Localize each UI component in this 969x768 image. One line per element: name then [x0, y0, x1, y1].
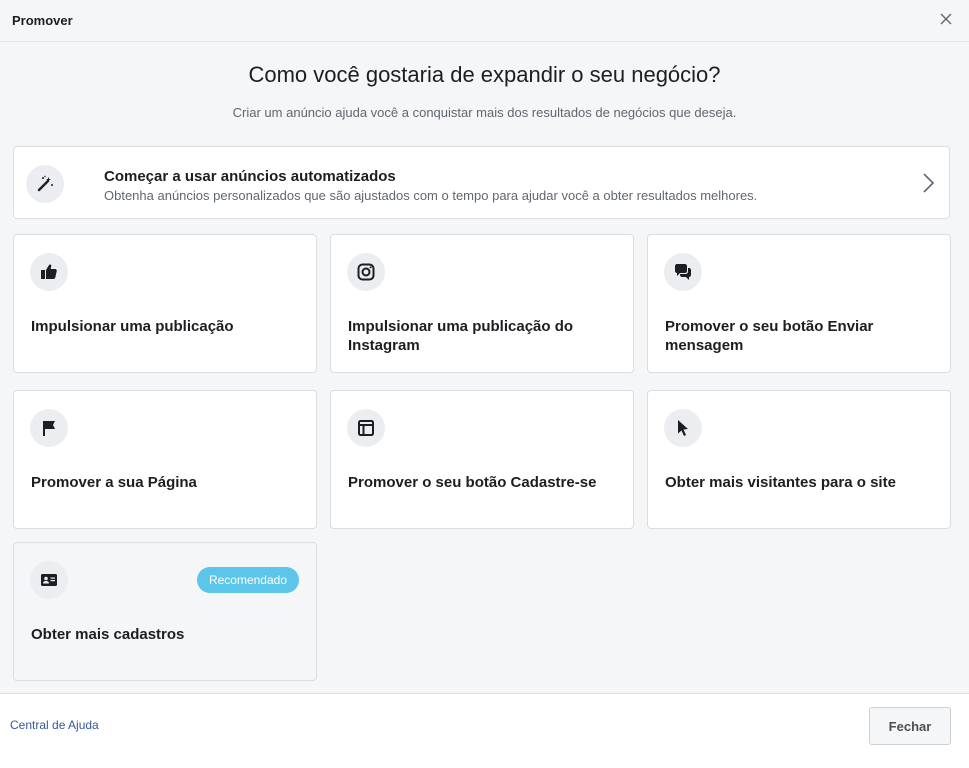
help-center-link[interactable]: Central de Ajuda — [10, 718, 99, 732]
dialog-title: Promover — [12, 13, 73, 28]
option-label: Promover a sua Página — [31, 474, 197, 491]
dialog-header: Promover — [0, 0, 969, 42]
option-label: Obter mais cadastros — [31, 626, 185, 643]
option-promote-page[interactable]: Promover a sua Página — [13, 390, 317, 529]
option-label: Impulsionar uma publicação — [31, 318, 234, 335]
automated-ads-card[interactable]: Começar a usar anúncios automatizados Ob… — [13, 146, 950, 219]
instagram-icon — [347, 253, 385, 291]
dialog-footer: Central de Ajuda Fechar — [0, 693, 969, 768]
option-label: Promover o seu botão Cadastre-se — [348, 474, 597, 491]
option-boost-instagram-post[interactable]: Impulsionar uma publicação do Instagram — [330, 234, 634, 373]
chat-bubbles-icon — [664, 253, 702, 291]
flag-icon — [30, 409, 68, 447]
page-heading: Como você gostaria de expandir o seu neg… — [248, 62, 721, 87]
option-boost-post[interactable]: Impulsionar uma publicação — [13, 234, 317, 373]
close-icon[interactable] — [937, 10, 955, 28]
dialog-body: Como você gostaria de expandir o seu neg… — [0, 42, 969, 693]
option-promote-signup-button[interactable]: Promover o seu botão Cadastre-se — [330, 390, 634, 529]
close-button[interactable]: Fechar — [869, 707, 951, 745]
form-icon — [347, 409, 385, 447]
option-label: Impulsionar uma publicação do Instagram — [348, 318, 574, 354]
option-label: Obter mais visitantes para o site — [665, 474, 896, 491]
contact-card-icon — [30, 561, 68, 599]
option-get-more-leads[interactable]: Recomendado Obter mais cadastros — [13, 542, 317, 681]
option-website-visitors[interactable]: Obter mais visitantes para o site — [647, 390, 951, 529]
thumbs-up-icon — [30, 253, 68, 291]
automated-ads-description: Obtenha anúncios personalizados que são … — [104, 188, 758, 203]
cursor-icon — [664, 409, 702, 447]
chevron-right-icon — [921, 172, 935, 194]
option-label: Promover o seu botão Enviar mensagem — [665, 318, 874, 354]
recommended-badge: Recomendado — [196, 567, 299, 593]
automated-ads-title: Começar a usar anúncios automatizados — [104, 168, 396, 185]
page-subheading: Criar um anúncio ajuda você a conquistar… — [232, 105, 737, 120]
option-promote-message-button[interactable]: Promover o seu botão Enviar mensagem — [647, 234, 951, 373]
magic-wand-icon — [26, 165, 64, 203]
